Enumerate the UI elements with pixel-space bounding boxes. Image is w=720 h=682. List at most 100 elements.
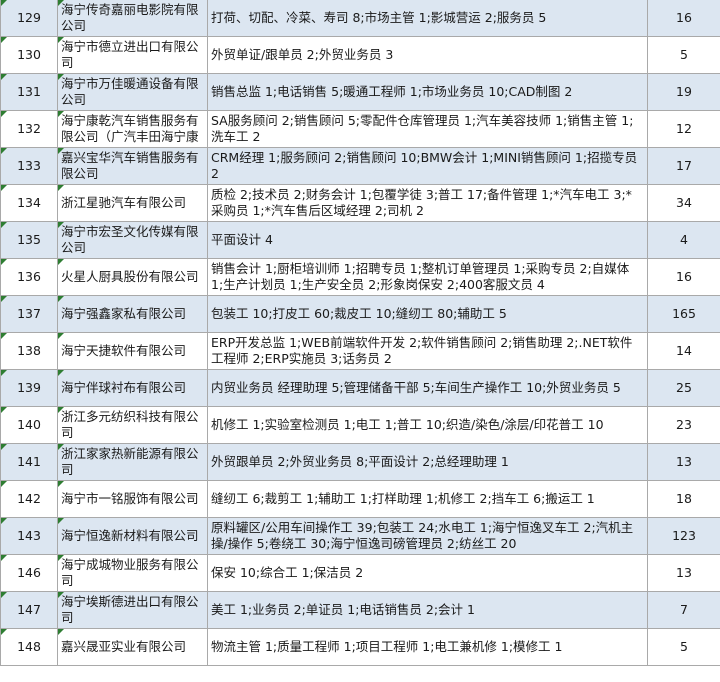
- positions-cell[interactable]: CRM经理 1;服务顾问 2;销售顾问 10;BMW会计 1;MINI销售顾问 …: [207, 147, 648, 185]
- company-cell[interactable]: 海宁埃斯德进出口有限公司: [57, 591, 208, 629]
- row-number: 133: [17, 158, 41, 173]
- table-row[interactable]: 135 海宁市宏圣文化传媒有限公司 平面设计 4 4: [0, 221, 720, 259]
- row-number-cell[interactable]: 137: [0, 295, 58, 333]
- headcount: 7: [680, 602, 688, 617]
- headcount-cell[interactable]: 25: [647, 369, 720, 407]
- row-number-cell[interactable]: 135: [0, 221, 58, 259]
- row-number-cell[interactable]: 132: [0, 110, 58, 148]
- cell-flag-icon: [58, 222, 64, 228]
- company-cell[interactable]: 海宁强鑫家私有限公司: [57, 295, 208, 333]
- row-number-cell[interactable]: 133: [0, 147, 58, 185]
- table-row[interactable]: 140 浙江多元纺织科技有限公司 机修工 1;实验室检测员 1;电工 1;普工 …: [0, 406, 720, 444]
- headcount-cell[interactable]: 12: [647, 110, 720, 148]
- row-number-cell[interactable]: 142: [0, 480, 58, 518]
- headcount: 16: [676, 269, 692, 284]
- company-cell[interactable]: 海宁市宏圣文化传媒有限公司: [57, 221, 208, 259]
- company-cell[interactable]: 海宁康乾汽车销售服务有限公司（广汽丰田海宁康乾文苑路店）: [57, 110, 208, 148]
- company-cell[interactable]: 海宁成城物业服务有限公司: [57, 554, 208, 592]
- table-row[interactable]: 137 海宁强鑫家私有限公司 包装工 10;打皮工 60;裁皮工 10;缝纫工 …: [0, 295, 720, 333]
- headcount-cell[interactable]: 14: [647, 332, 720, 370]
- headcount-cell[interactable]: 13: [647, 554, 720, 592]
- table-row[interactable]: 134 浙江星驰汽车有限公司 质检 2;技术员 2;财务会计 1;包覆学徒 3;…: [0, 184, 720, 222]
- positions-cell[interactable]: 机修工 1;实验室检测员 1;电工 1;普工 10;织造/染色/涂层/印花普工 …: [207, 406, 648, 444]
- headcount-cell[interactable]: 34: [647, 184, 720, 222]
- table-row[interactable]: 133 嘉兴宝华汽车销售服务有限公司 CRM经理 1;服务顾问 2;销售顾问 1…: [0, 147, 720, 185]
- row-number-cell[interactable]: 147: [0, 591, 58, 629]
- headcount-cell[interactable]: 5: [647, 628, 720, 666]
- table-row[interactable]: 129 海宁传奇嘉丽电影院有限公司 打荷、切配、冷菜、寿司 8;市场主管 1;影…: [0, 0, 720, 37]
- row-number-cell[interactable]: 138: [0, 332, 58, 370]
- table-row[interactable]: 139 海宁伴球衬布有限公司 内贸业务员 经理助理 5;管理储备干部 5;车间生…: [0, 369, 720, 407]
- positions-cell[interactable]: 销售总监 1;电话销售 5;暖通工程师 1;市场业务员 10;CAD制图 2: [207, 73, 648, 111]
- company-cell[interactable]: 浙江家家热新能源有限公司: [57, 443, 208, 481]
- row-number-cell[interactable]: 136: [0, 258, 58, 296]
- positions-cell[interactable]: SA服务顾问 2;销售顾问 5;零配件仓库管理员 1;汽车美容技师 1;销售主管…: [207, 110, 648, 148]
- row-number-cell[interactable]: 134: [0, 184, 58, 222]
- table-row[interactable]: 143 海宁恒逸新材料有限公司 原料罐区/公用车间操作工 39;包装工 24;水…: [0, 517, 720, 555]
- positions-cell[interactable]: ERP开发总监 1;WEB前端软件开发 2;软件销售顾问 2;销售助理 2;.N…: [207, 332, 648, 370]
- headcount-cell[interactable]: 13: [647, 443, 720, 481]
- positions-cell[interactable]: 美工 1;业务员 2;单证员 1;电话销售员 2;会计 1: [207, 591, 648, 629]
- positions-cell[interactable]: 平面设计 4: [207, 221, 648, 259]
- company-cell[interactable]: 海宁伴球衬布有限公司: [57, 369, 208, 407]
- cell-flag-icon: [58, 296, 64, 302]
- table-row[interactable]: 147 海宁埃斯德进出口有限公司 美工 1;业务员 2;单证员 1;电话销售员 …: [0, 591, 720, 629]
- positions-cell[interactable]: 外贸跟单员 2;外贸业务员 8;平面设计 2;总经理助理 1: [207, 443, 648, 481]
- company-cell[interactable]: 浙江星驰汽车有限公司: [57, 184, 208, 222]
- positions-cell[interactable]: 缝纫工 6;裁剪工 1;辅助工 1;打样助理 1;机修工 2;挡车工 6;搬运工…: [207, 480, 648, 518]
- headcount-cell[interactable]: 5: [647, 36, 720, 74]
- headcount-cell[interactable]: 7: [647, 591, 720, 629]
- positions-cell[interactable]: 质检 2;技术员 2;财务会计 1;包覆学徒 3;普工 17;备件管理 1;*汽…: [207, 184, 648, 222]
- positions-cell[interactable]: 外贸单证/跟单员 2;外贸业务员 3: [207, 36, 648, 74]
- company-cell[interactable]: 海宁传奇嘉丽电影院有限公司: [57, 0, 208, 37]
- cell-flag-icon: [1, 222, 7, 228]
- headcount-cell[interactable]: 19: [647, 73, 720, 111]
- company-cell[interactable]: 火星人厨具股份有限公司: [57, 258, 208, 296]
- positions-text: 销售总监 1;电话销售 5;暖通工程师 1;市场业务员 10;CAD制图 2: [211, 84, 573, 99]
- table-row[interactable]: 130 海宁市德立进出口有限公司 外贸单证/跟单员 2;外贸业务员 3 5: [0, 36, 720, 74]
- positions-cell[interactable]: 包装工 10;打皮工 60;裁皮工 10;缝纫工 80;辅助工 5: [207, 295, 648, 333]
- headcount-cell[interactable]: 16: [647, 0, 720, 37]
- headcount-cell[interactable]: 18: [647, 480, 720, 518]
- headcount-cell[interactable]: 17: [647, 147, 720, 185]
- table-row[interactable]: 136 火星人厨具股份有限公司 销售会计 1;厨柜培训师 1;招聘专员 1;整机…: [0, 258, 720, 296]
- table-row[interactable]: 141 浙江家家热新能源有限公司 外贸跟单员 2;外贸业务员 8;平面设计 2;…: [0, 443, 720, 481]
- company-cell[interactable]: 海宁天捷软件有限公司: [57, 332, 208, 370]
- positions-cell[interactable]: 物流主管 1;质量工程师 1;项目工程师 1;电工兼机修 1;模修工 1: [207, 628, 648, 666]
- headcount-cell[interactable]: 4: [647, 221, 720, 259]
- table-row[interactable]: 148 嘉兴晟亚实业有限公司 物流主管 1;质量工程师 1;项目工程师 1;电工…: [0, 628, 720, 666]
- row-number-cell[interactable]: 131: [0, 73, 58, 111]
- row-number-cell[interactable]: 140: [0, 406, 58, 444]
- table-row[interactable]: 138 海宁天捷软件有限公司 ERP开发总监 1;WEB前端软件开发 2;软件销…: [0, 332, 720, 370]
- company-cell[interactable]: 海宁恒逸新材料有限公司: [57, 517, 208, 555]
- headcount-cell[interactable]: 123: [647, 517, 720, 555]
- row-number-cell[interactable]: 148: [0, 628, 58, 666]
- positions-cell[interactable]: 保安 10;综合工 1;保洁员 2: [207, 554, 648, 592]
- row-number-cell[interactable]: 146: [0, 554, 58, 592]
- cell-flag-icon: [1, 0, 7, 6]
- table-row[interactable]: 131 海宁市万佳暖通设备有限公司 销售总监 1;电话销售 5;暖通工程师 1;…: [0, 73, 720, 111]
- row-number-cell[interactable]: 129: [0, 0, 58, 37]
- positions-cell[interactable]: 打荷、切配、冷菜、寿司 8;市场主管 1;影城营运 2;服务员 5: [207, 0, 648, 37]
- headcount-cell[interactable]: 165: [647, 295, 720, 333]
- row-number-cell[interactable]: 143: [0, 517, 58, 555]
- company-cell[interactable]: 嘉兴宝华汽车销售服务有限公司: [57, 147, 208, 185]
- table-row[interactable]: 132 海宁康乾汽车销售服务有限公司（广汽丰田海宁康乾文苑路店） SA服务顾问 …: [0, 110, 720, 148]
- company-cell[interactable]: 海宁市万佳暖通设备有限公司: [57, 73, 208, 111]
- company-cell[interactable]: 浙江多元纺织科技有限公司: [57, 406, 208, 444]
- row-number-cell[interactable]: 139: [0, 369, 58, 407]
- cell-flag-icon: [1, 185, 7, 191]
- positions-cell[interactable]: 销售会计 1;厨柜培训师 1;招聘专员 1;整机订单管理员 1;采购专员 2;自…: [207, 258, 648, 296]
- row-number-cell[interactable]: 130: [0, 36, 58, 74]
- headcount-cell[interactable]: 16: [647, 258, 720, 296]
- table-row[interactable]: 142 海宁市一铭服饰有限公司 缝纫工 6;裁剪工 1;辅助工 1;打样助理 1…: [0, 480, 720, 518]
- positions-cell[interactable]: 原料罐区/公用车间操作工 39;包装工 24;水电工 1;海宁恒逸叉车工 2;汽…: [207, 517, 648, 555]
- row-number-cell[interactable]: 141: [0, 443, 58, 481]
- positions-cell[interactable]: 内贸业务员 经理助理 5;管理储备干部 5;车间生产操作工 10;外贸业务员 5: [207, 369, 648, 407]
- company-cell[interactable]: 海宁市德立进出口有限公司: [57, 36, 208, 74]
- company-cell[interactable]: 嘉兴晟亚实业有限公司: [57, 628, 208, 666]
- company-cell[interactable]: 海宁市一铭服饰有限公司: [57, 480, 208, 518]
- cell-flag-icon: [58, 185, 64, 191]
- table-row[interactable]: 146 海宁成城物业服务有限公司 保安 10;综合工 1;保洁员 2 13: [0, 554, 720, 592]
- headcount-cell[interactable]: 23: [647, 406, 720, 444]
